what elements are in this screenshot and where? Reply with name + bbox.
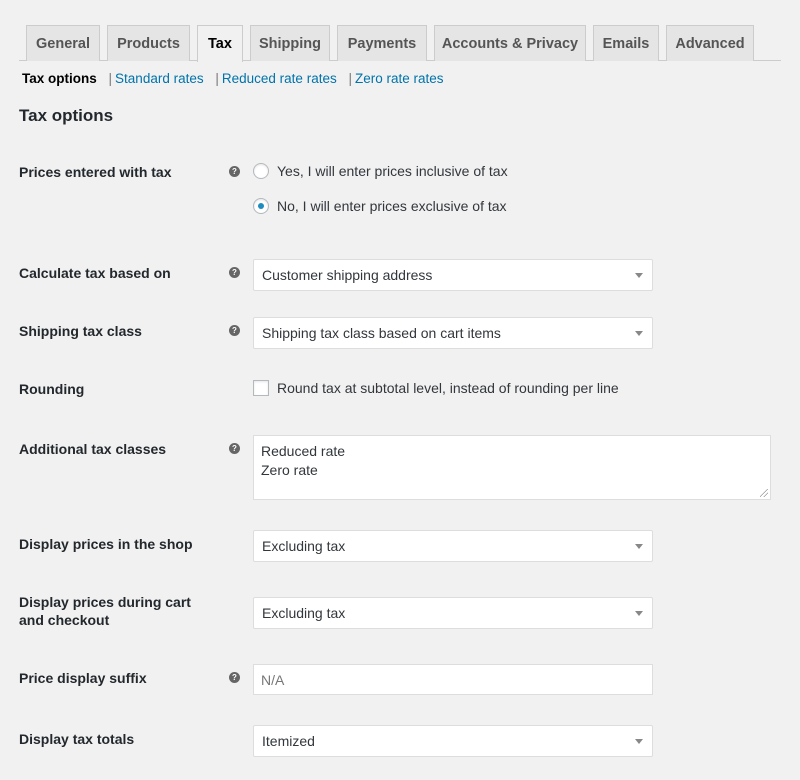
price-display-suffix-input[interactable]: N/A bbox=[253, 664, 653, 695]
help-icon[interactable]: ? bbox=[229, 267, 240, 278]
shipping-tax-class-select[interactable]: Shipping tax class based on cart items bbox=[253, 317, 653, 349]
select-value: Excluding tax bbox=[262, 605, 346, 621]
price-display-suffix-label: Price display suffix bbox=[19, 670, 147, 686]
tax-subnav: Tax options | Standard rates | Reduced rat… bbox=[22, 71, 444, 86]
label-line: Display prices during cart bbox=[19, 594, 191, 610]
textarea-line: Zero rate bbox=[261, 462, 318, 478]
display-prices-cart-label: Display prices during cart and checkout bbox=[19, 593, 191, 629]
resize-handle-icon[interactable] bbox=[760, 489, 768, 497]
help-icon[interactable]: ? bbox=[229, 443, 240, 454]
rounding-label: Rounding bbox=[19, 381, 85, 397]
tab-payments[interactable]: Payments bbox=[337, 25, 427, 61]
help-icon[interactable]: ? bbox=[229, 325, 240, 336]
subnav-tax-options: Tax options bbox=[22, 71, 97, 86]
prices-entered-with-tax-label: Prices entered with tax bbox=[19, 164, 172, 180]
subnav-separator: | bbox=[348, 71, 352, 86]
tab-accounts-privacy[interactable]: Accounts & Privacy bbox=[434, 25, 586, 61]
subnav-zero-rate-rates[interactable]: Zero rate rates bbox=[355, 71, 444, 86]
settings-tabs: General Products Tax Shipping Payments A… bbox=[19, 0, 781, 62]
radio-label: Yes, I will enter prices inclusive of ta… bbox=[277, 163, 508, 179]
chevron-down-icon bbox=[635, 611, 643, 616]
select-value: Customer shipping address bbox=[262, 267, 433, 283]
radio-prices-exclusive[interactable]: No, I will enter prices exclusive of tax bbox=[253, 198, 507, 214]
display-tax-totals-label: Display tax totals bbox=[19, 731, 135, 747]
radio-prices-inclusive[interactable]: Yes, I will enter prices inclusive of ta… bbox=[253, 163, 508, 179]
rounding-checkbox[interactable] bbox=[253, 380, 269, 396]
tab-advanced[interactable]: Advanced bbox=[666, 25, 754, 61]
shipping-tax-class-label: Shipping tax class bbox=[19, 323, 142, 339]
checkbox-label: Round tax at subtotal level, instead of … bbox=[277, 380, 619, 396]
calculate-tax-based-on-label: Calculate tax based on bbox=[19, 265, 171, 281]
tab-emails[interactable]: Emails bbox=[593, 25, 659, 61]
tab-shipping[interactable]: Shipping bbox=[250, 25, 330, 61]
chevron-down-icon bbox=[635, 739, 643, 744]
subnav-separator: | bbox=[215, 71, 219, 86]
radio-button-icon[interactable] bbox=[253, 163, 269, 179]
help-icon[interactable]: ? bbox=[229, 166, 240, 177]
tab-tax[interactable]: Tax bbox=[197, 25, 243, 62]
subnav-reduced-rate-rates[interactable]: Reduced rate rates bbox=[222, 71, 337, 86]
tab-general[interactable]: General bbox=[26, 25, 100, 61]
section-title: Tax options bbox=[19, 106, 114, 125]
chevron-down-icon bbox=[635, 273, 643, 278]
textarea-line: Reduced rate bbox=[261, 443, 346, 459]
subnav-separator: | bbox=[108, 71, 113, 86]
calculate-tax-based-on-select[interactable]: Customer shipping address bbox=[253, 259, 653, 291]
subnav-standard-rates[interactable]: Standard rates bbox=[115, 71, 204, 86]
display-prices-cart-select[interactable]: Excluding tax bbox=[253, 597, 653, 629]
display-prices-shop-label: Display prices in the shop bbox=[19, 536, 193, 552]
select-value: Shipping tax class based on cart items bbox=[262, 325, 501, 341]
display-tax-totals-select[interactable]: Itemized bbox=[253, 725, 653, 757]
additional-tax-classes-textarea[interactable]: Reduced rate Zero rate bbox=[253, 435, 771, 500]
radio-button-checked-icon[interactable] bbox=[253, 198, 269, 214]
input-placeholder: N/A bbox=[261, 671, 285, 688]
select-value: Excluding tax bbox=[262, 538, 346, 554]
radio-label: No, I will enter prices exclusive of tax bbox=[277, 198, 507, 214]
help-icon[interactable]: ? bbox=[229, 672, 240, 683]
chevron-down-icon bbox=[635, 544, 643, 549]
additional-tax-classes-label: Additional tax classes bbox=[19, 441, 167, 457]
tab-products[interactable]: Products bbox=[107, 25, 190, 61]
display-prices-shop-select[interactable]: Excluding tax bbox=[253, 530, 653, 562]
chevron-down-icon bbox=[635, 331, 643, 336]
select-value: Itemized bbox=[262, 733, 315, 749]
label-line: and checkout bbox=[19, 612, 110, 628]
rounding-checkbox-row[interactable]: Round tax at subtotal level, instead of … bbox=[253, 380, 619, 396]
